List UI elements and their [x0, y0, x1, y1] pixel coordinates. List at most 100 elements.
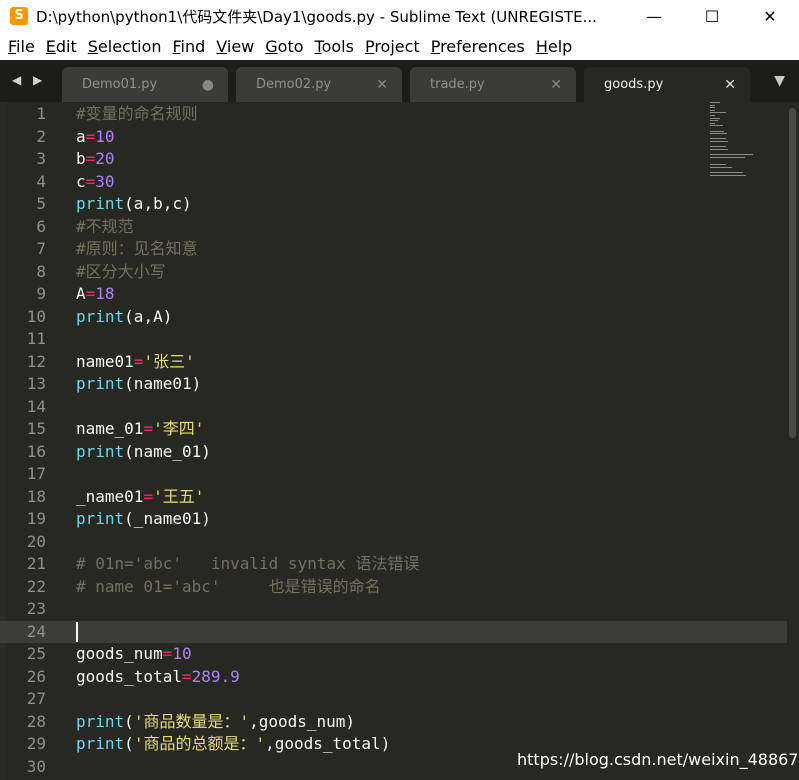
minimap[interactable]: [706, 102, 766, 192]
code-line[interactable]: 21 # 01n='abc' invalid syntax 语法错误: [0, 553, 787, 576]
code-editor[interactable]: 1 #变量的命名规则 2 a=10 3 b=20 4 c=30 5 print(a,b,c) 6 #不…: [0, 102, 799, 780]
code-token: print: [76, 711, 125, 731]
code-text: # name 01='abc' 也是错误的命名: [76, 576, 381, 599]
code-line[interactable]: 26 goods_total=289.9: [0, 666, 787, 689]
code-line[interactable]: 13 print(name01): [0, 373, 787, 396]
code-line[interactable]: 22 # name 01='abc' 也是错误的命名: [0, 576, 787, 599]
code-token: c: [76, 171, 86, 191]
minimap-line: [710, 154, 753, 155]
line-number: 3: [36, 149, 46, 168]
line-number: 5: [36, 194, 46, 213]
scrollbar-thumb[interactable]: [789, 108, 796, 438]
menu-view[interactable]: View: [216, 37, 254, 56]
tab-label: goods.py: [604, 77, 664, 92]
code-line[interactable]: 25 goods_num=10: [0, 643, 787, 666]
code-text: #变量的命名规则: [76, 103, 198, 126]
code-line[interactable]: 16 print(name_01): [0, 441, 787, 464]
code-token: =: [162, 644, 173, 663]
unsaved-dot-icon[interactable]: ●: [202, 77, 214, 93]
menu-find[interactable]: Find: [173, 37, 206, 56]
line-number: 11: [26, 329, 46, 348]
line-number: 2: [36, 126, 46, 146]
menu-project[interactable]: Project: [365, 37, 420, 56]
menu-goto[interactable]: Goto: [265, 37, 303, 56]
code-line[interactable]: 9 A=18: [0, 283, 787, 306]
tab-goods[interactable]: goods.py ✕: [584, 67, 750, 102]
code-text: print(name01): [76, 373, 201, 396]
code-line[interactable]: 3 b=20: [0, 148, 787, 171]
code-text: name_01='李四': [76, 418, 204, 441]
line-number: 16: [26, 441, 46, 461]
code-line[interactable]: 20: [0, 531, 787, 554]
code-line[interactable]: 10 print(a,A): [0, 306, 787, 329]
line-number: 14: [26, 396, 46, 416]
line-number: 27: [26, 689, 46, 708]
code-line[interactable]: 5 print(a,b,c): [0, 193, 787, 216]
tab-trade[interactable]: trade.py ✕: [410, 67, 576, 102]
menu-help[interactable]: Help: [536, 37, 572, 56]
menu-file[interactable]: File: [8, 37, 35, 56]
menu-tools[interactable]: Tools: [315, 37, 354, 56]
code-token: # 01n='abc' invalid syntax 语法错误: [76, 554, 420, 573]
code-line[interactable]: 14: [0, 396, 787, 419]
maximize-button[interactable]: ☐: [683, 0, 741, 32]
close-tab-icon[interactable]: ✕: [724, 77, 736, 93]
code-line[interactable]: 18 _name01='王五': [0, 486, 787, 509]
code-text: print(name_01): [76, 441, 211, 464]
code-line[interactable]: 24: [0, 620, 787, 643]
code-token: #不规范: [76, 216, 134, 236]
code-line[interactable]: 11: [0, 328, 787, 351]
close-tab-icon[interactable]: ✕: [550, 77, 562, 93]
code-token: ,goods_num): [249, 711, 356, 731]
tab-dropdown-icon[interactable]: ▼: [774, 73, 785, 89]
code-token: A: [76, 284, 86, 303]
code-line[interactable]: 23: [0, 598, 787, 621]
code-line[interactable]: 17: [0, 463, 787, 486]
tab-demo02[interactable]: Demo02.py ✕: [236, 67, 402, 102]
code-line[interactable]: 15 name_01='李四': [0, 418, 787, 441]
tab-demo01[interactable]: Demo01.py ●: [62, 67, 228, 102]
code-line[interactable]: 2 a=10: [0, 126, 787, 149]
code-line[interactable]: 19 print(_name01): [0, 508, 787, 531]
code-token: 18: [95, 284, 115, 303]
code-line[interactable]: 7 #原则：见名知意: [0, 238, 787, 261]
minimap-line: [710, 125, 723, 127]
code-text: print(a,A): [76, 306, 172, 329]
code-text: #区分大小写: [76, 261, 166, 284]
code-token: (: [124, 711, 134, 731]
watermark-text: https://blog.csdn.net/weixin_48867742: [517, 750, 799, 769]
line-number: 18: [26, 486, 46, 506]
code-token: print: [76, 194, 125, 213]
title-bar: S D:\python\python1\代码文件夹\Day1\goods.py …: [0, 0, 799, 32]
code-line[interactable]: 8 #区分大小写: [0, 261, 787, 284]
close-tab-icon[interactable]: ✕: [376, 77, 388, 93]
code-token: print: [76, 509, 125, 528]
menu-edit[interactable]: Edit: [46, 37, 77, 56]
minimap-line: [710, 120, 718, 122]
menu-preferences[interactable]: Preferences: [431, 37, 525, 56]
minimap-line: [710, 148, 729, 150]
close-window-button[interactable]: ✕: [741, 0, 799, 32]
line-number: 25: [26, 644, 46, 663]
code-line[interactable]: 1 #变量的命名规则: [0, 103, 787, 126]
line-number: 21: [26, 554, 46, 573]
tab-nav-arrows-icon[interactable]: ◀ ▶: [12, 73, 46, 87]
code-line[interactable]: 12 name01='张三': [0, 351, 787, 374]
code-token: =: [133, 351, 144, 371]
code-line[interactable]: 27: [0, 688, 787, 711]
menu-selection[interactable]: Selection: [88, 37, 162, 56]
minimize-button[interactable]: —: [625, 0, 683, 32]
minimap-line: [710, 172, 743, 174]
code-token: (a,b,c): [124, 194, 192, 213]
code-line[interactable]: 6 #不规范: [0, 216, 787, 239]
code-line[interactable]: 28 print('商品数量是：',goods_num): [0, 711, 787, 734]
line-number: 10: [26, 306, 46, 326]
menu-bar: File Edit Selection Find View Goto Tools…: [0, 32, 799, 61]
code-line[interactable]: 4 c=30: [0, 171, 787, 194]
minimap-line: [710, 109, 716, 111]
minimap-line: [710, 102, 721, 103]
line-number: 15: [26, 419, 46, 438]
code-token: #区分大小写: [76, 261, 166, 281]
code-token: =: [85, 126, 96, 146]
line-number: 1: [36, 104, 46, 123]
